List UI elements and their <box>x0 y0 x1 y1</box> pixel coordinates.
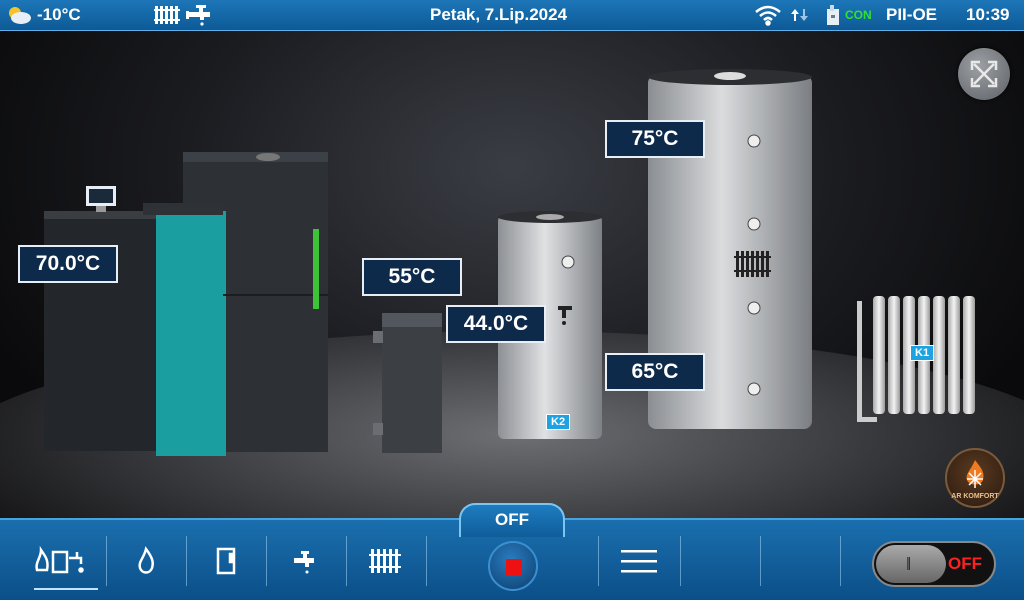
nav-hot-water[interactable] <box>268 538 344 584</box>
nav-separator <box>266 536 267 586</box>
nav-separator <box>598 536 599 586</box>
weather-icon <box>6 5 32 30</box>
buffer-bottom-temperature[interactable]: 65°C <box>605 353 705 391</box>
brand-logo: AR KOMFORT <box>945 448 1005 508</box>
nav-boiler[interactable] <box>188 538 264 584</box>
toggle-state-label: OFF <box>948 554 982 573</box>
outdoor-temperature: -10°C <box>37 5 81 24</box>
boiler-icon <box>216 547 236 575</box>
hydraulic-separator-image[interactable] <box>372 311 452 457</box>
nav-heating[interactable] <box>348 538 424 584</box>
nav-separator <box>186 536 187 586</box>
boiler-image[interactable] <box>38 149 338 469</box>
logo-text: AR KOMFORT <box>951 493 999 500</box>
fullscreen-button[interactable] <box>958 48 1010 100</box>
system-state-tab: OFF <box>459 503 565 537</box>
con-status: CON <box>845 8 872 22</box>
flame-icon <box>138 546 154 574</box>
toggle-knob[interactable] <box>876 545 946 583</box>
data-transfer-icon <box>790 7 810 28</box>
hot-water-tap-icon <box>186 4 216 31</box>
radiator-circuit-badge: K1 <box>910 345 935 361</box>
radiator-icon <box>369 549 401 573</box>
expand-arrows-icon <box>970 60 998 88</box>
connection-device-icon <box>822 3 846 32</box>
flame-snowflake-icon <box>966 460 984 488</box>
nav-menu[interactable] <box>600 538 678 584</box>
hamburger-menu-icon <box>621 550 657 573</box>
nav-separator <box>760 536 761 586</box>
wifi-icon <box>754 4 782 31</box>
nav-burner[interactable] <box>108 538 184 584</box>
stop-button[interactable] <box>488 541 538 591</box>
stop-icon <box>506 559 522 575</box>
tap-icon <box>294 551 314 574</box>
hydraulic-temperature[interactable]: 55°C <box>362 258 462 296</box>
nav-separator <box>680 536 681 586</box>
nav-separator <box>840 536 841 586</box>
power-toggle[interactable]: OFF <box>872 541 996 587</box>
buffer-top-temperature[interactable]: 75°C <box>605 120 705 158</box>
dhw-circuit-badge: K2 <box>546 414 571 430</box>
dhw-tank-temperature[interactable]: 44.0°C <box>446 305 546 343</box>
boiler-temperature[interactable]: 70.0°C <box>18 245 118 283</box>
radiator-image[interactable] <box>855 291 985 431</box>
nav-separator <box>106 536 107 586</box>
nav-separator <box>346 536 347 586</box>
mode-label: PII-OE <box>886 5 938 24</box>
system-scene: K2 K1 70.0°C 55°C 44.0°C 75°C 65°C AR KO… <box>0 31 1024 518</box>
heating-icon <box>154 4 182 31</box>
date-display: Petak, 7.Lip.2024 <box>430 5 568 24</box>
status-bar: -10°C Petak, 7.Lip.2024 CON PII-OE 10:39 <box>0 0 1024 31</box>
nav-overview[interactable] <box>28 538 104 590</box>
clock: 10:39 <box>966 5 1010 24</box>
nav-separator <box>426 536 427 586</box>
system-overview-icon <box>35 546 84 574</box>
